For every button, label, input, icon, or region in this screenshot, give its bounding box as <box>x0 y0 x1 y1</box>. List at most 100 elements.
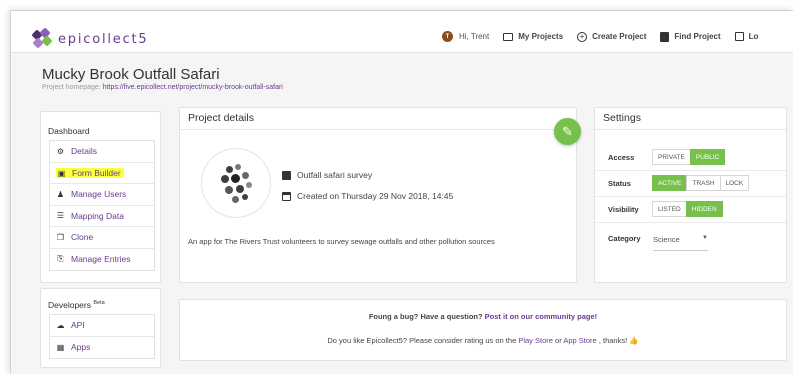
setting-access: Access PRIVATE PUBLIC <box>595 145 786 171</box>
play-store-link[interactable]: Play Store <box>518 336 553 345</box>
community-link[interactable]: Post it on our community page! <box>485 312 598 321</box>
sidebar-item-apps[interactable]: ▦ Apps <box>50 337 154 359</box>
thanks-text: , thanks! <box>598 336 628 345</box>
nav-login-label: Lo <box>748 32 759 41</box>
bug-text: Foung a bug? Have a question? <box>368 312 483 321</box>
status-active-button[interactable]: ACTIVE <box>652 175 688 191</box>
sidebar-item-manage-entries[interactable]: ⎘ Manage Entries <box>50 249 154 271</box>
status-trash-button[interactable]: TRASH <box>686 175 721 191</box>
project-description: An app for The Rivers Trust volunteers t… <box>188 237 495 246</box>
entries-icon: ⎘ <box>57 254 64 264</box>
sidebar-item-label: Clone <box>71 232 94 243</box>
status-lock-button[interactable]: LOCK <box>719 175 750 191</box>
developers-heading-text: Developers <box>48 300 91 310</box>
sidebar-item-mapping-data[interactable]: ☰ Mapping Data <box>50 206 154 227</box>
access-label: Access <box>608 153 635 162</box>
list-icon: ☰ <box>56 211 65 221</box>
rate-prefix: Do you like Epicollect5? Please consider… <box>327 336 517 345</box>
sidebar-item-label: Mapping Data <box>71 210 124 221</box>
sidebar-item-label: Apps <box>71 342 91 353</box>
cloud-icon: ☁ <box>56 320 65 330</box>
project-created-date: Created on Thursday 29 Nov 2018, 14:45 <box>282 191 453 201</box>
calendar-icon <box>282 191 291 201</box>
access-private-button[interactable]: PRIVATE <box>652 149 691 165</box>
visibility-toggle: LISTED HIDDEN <box>652 201 723 217</box>
access-toggle: PRIVATE PUBLIC <box>652 149 726 165</box>
feedback-panel: Foung a bug? Have a question? Post it on… <box>179 299 787 361</box>
nav-login[interactable]: Lo <box>734 32 759 41</box>
highlight-marker: ▣ Form Builder <box>56 167 124 178</box>
rating-line: Do you like Epicollect5? Please consider… <box>180 336 786 345</box>
login-icon <box>734 32 744 41</box>
bug-report-line: Foung a bug? Have a question? Post it on… <box>180 312 786 321</box>
app-store-link[interactable]: App Store <box>563 336 596 345</box>
user-greeting: Hi, Trent <box>459 32 490 41</box>
project-small-description: Outfall safari survey <box>282 170 372 180</box>
sidebar-item-label: API <box>71 320 85 331</box>
form-icon: ▣ <box>57 168 66 178</box>
top-navbar: epicollect5 T Hi, Trent My Projects + Cr… <box>11 11 793 53</box>
setting-visibility: Visibility LISTED HIDDEN <box>595 197 786 223</box>
project-logo <box>201 148 271 218</box>
sidebar-item-label: Manage Users <box>71 189 127 200</box>
project-details-heading: Project details <box>188 112 254 124</box>
epicollect-logo[interactable]: epicollect5 <box>31 27 149 49</box>
project-homepage: Project homepage: https://five.epicollec… <box>42 84 283 91</box>
sidebar-item-label: Form Builder <box>72 167 121 178</box>
visibility-label: Visibility <box>608 205 639 214</box>
developers-heading: Developers Beta <box>48 300 105 310</box>
avatar: T <box>442 31 453 42</box>
caret-down-icon: ▼ <box>702 235 708 241</box>
dashboard-heading: Dashboard <box>48 126 90 136</box>
logo-text: epicollect5 <box>58 31 149 47</box>
thumbs-up-icon: 👍 <box>629 336 639 345</box>
divider <box>180 129 576 130</box>
category-select[interactable]: Science <box>653 235 680 244</box>
copy-icon: ❐ <box>56 232 65 242</box>
homepage-label: Project homepage: <box>42 84 101 91</box>
sidebar-item-details[interactable]: ⚙ Details <box>50 141 154 163</box>
folder-icon <box>503 32 514 41</box>
divider <box>595 129 786 130</box>
setting-status: Status ACTIVE TRASH LOCK <box>595 171 786 197</box>
gear-icon: ⚙ <box>56 146 65 156</box>
nav-my-projects[interactable]: My Projects <box>503 32 563 41</box>
sidebar-item-clone[interactable]: ❐ Clone <box>50 227 154 249</box>
status-label: Status <box>608 179 631 188</box>
nav-find-project-label: Find Project <box>674 32 721 41</box>
edit-details-button[interactable]: ✎ <box>554 118 581 145</box>
browser-viewport: epicollect5 T Hi, Trent My Projects + Cr… <box>10 10 793 374</box>
nav-items: T Hi, Trent My Projects + Create Project… <box>442 31 772 42</box>
logo-mark-icon <box>31 27 54 49</box>
sidebar-item-manage-users[interactable]: ♟ Manage Users <box>50 184 154 206</box>
created-text: Created on Thursday 29 Nov 2018, 14:45 <box>297 191 454 201</box>
nav-create-project[interactable]: + Create Project <box>577 31 647 42</box>
grid-icon: ▦ <box>56 342 65 352</box>
nav-create-project-label: Create Project <box>592 32 647 41</box>
status-toggle: ACTIVE TRASH LOCK <box>652 175 750 191</box>
developers-panel: Developers Beta ☁ API ▦ Apps <box>40 288 161 368</box>
search-icon <box>660 31 670 42</box>
nav-find-project[interactable]: Find Project <box>660 31 721 42</box>
pencil-icon: ✎ <box>562 123 573 139</box>
access-public-button[interactable]: PUBLIC <box>689 149 726 165</box>
homepage-link[interactable]: https://five.epicollect.net/project/muck… <box>103 84 283 91</box>
visibility-hidden-button[interactable]: HIDDEN <box>685 201 723 217</box>
sidebar-item-form-builder[interactable]: ▣ Form Builder <box>50 163 154 184</box>
users-icon: ♟ <box>56 189 65 199</box>
visibility-listed-button[interactable]: LISTED <box>652 201 687 217</box>
sidebar-item-api[interactable]: ☁ API <box>50 315 154 337</box>
or-text: or <box>555 336 562 345</box>
sidebar-item-label: Manage Entries <box>71 254 131 265</box>
project-details-panel: Project details ✎ Outfall safari survey … <box>179 107 581 283</box>
developers-menu: ☁ API ▦ Apps <box>49 314 155 359</box>
page-title: Mucky Brook Outfall Safari <box>42 66 220 83</box>
beta-badge: Beta <box>93 300 105 307</box>
sheet-icon <box>282 170 291 180</box>
nav-my-projects-label: My Projects <box>518 32 564 41</box>
small-description-text: Outfall safari survey <box>297 170 373 180</box>
category-label: Category <box>608 234 641 243</box>
category-underline <box>653 250 708 251</box>
setting-category: Category Science ▼ <box>595 226 786 252</box>
user-menu[interactable]: T Hi, Trent <box>442 31 489 42</box>
